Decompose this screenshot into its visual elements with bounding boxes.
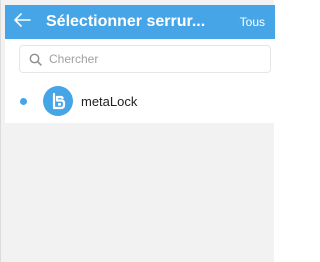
search-icon <box>28 52 42 66</box>
back-arrow-icon <box>13 12 31 32</box>
lock-list: metaLock <box>5 79 275 123</box>
search-box[interactable] <box>19 45 271 73</box>
search-input[interactable] <box>49 52 249 66</box>
lock-selection-screen: Sélectionner serrur... Tous metaLock <box>0 0 275 262</box>
back-button[interactable] <box>5 5 39 39</box>
selected-indicator-icon <box>20 97 27 105</box>
app-bar: Sélectionner serrur... Tous <box>5 5 275 39</box>
page-title: Sélectionner serrur... <box>46 13 206 30</box>
search-bar <box>5 39 275 79</box>
list-item[interactable]: metaLock <box>5 79 275 123</box>
lock-logo-icon <box>43 86 73 116</box>
all-button[interactable]: Tous <box>240 15 265 29</box>
lock-name: metaLock <box>81 93 138 109</box>
